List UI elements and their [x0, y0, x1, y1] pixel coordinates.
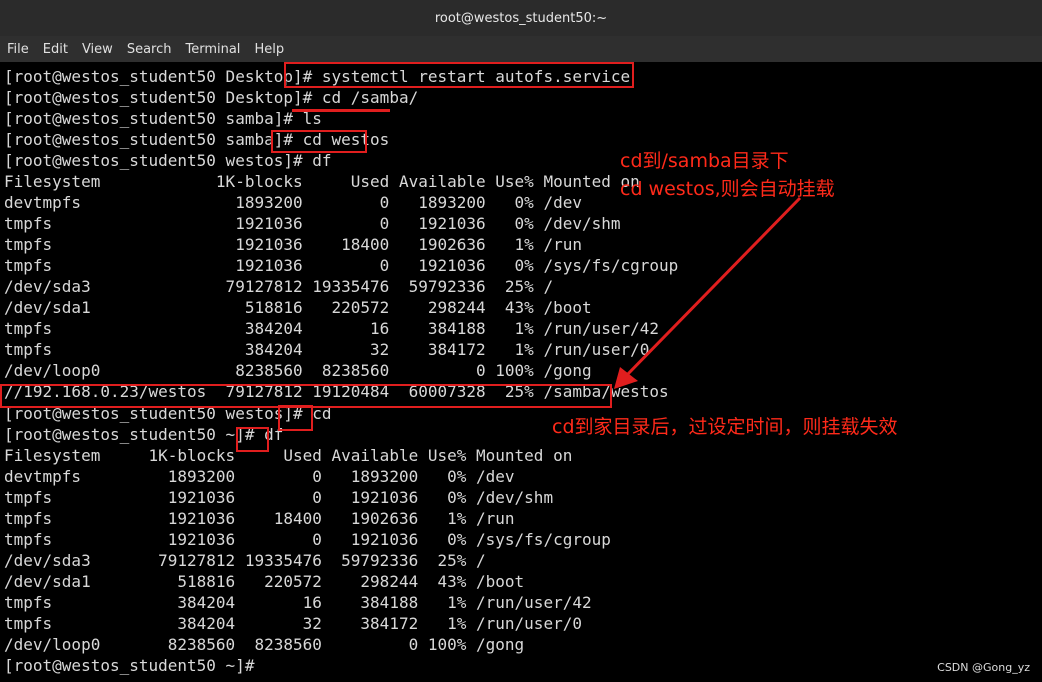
watermark: CSDN @Gong_yz	[937, 661, 1030, 674]
arrow-head-icon	[614, 367, 638, 389]
arrow-line	[622, 196, 802, 380]
annotation-arrow	[614, 196, 802, 389]
